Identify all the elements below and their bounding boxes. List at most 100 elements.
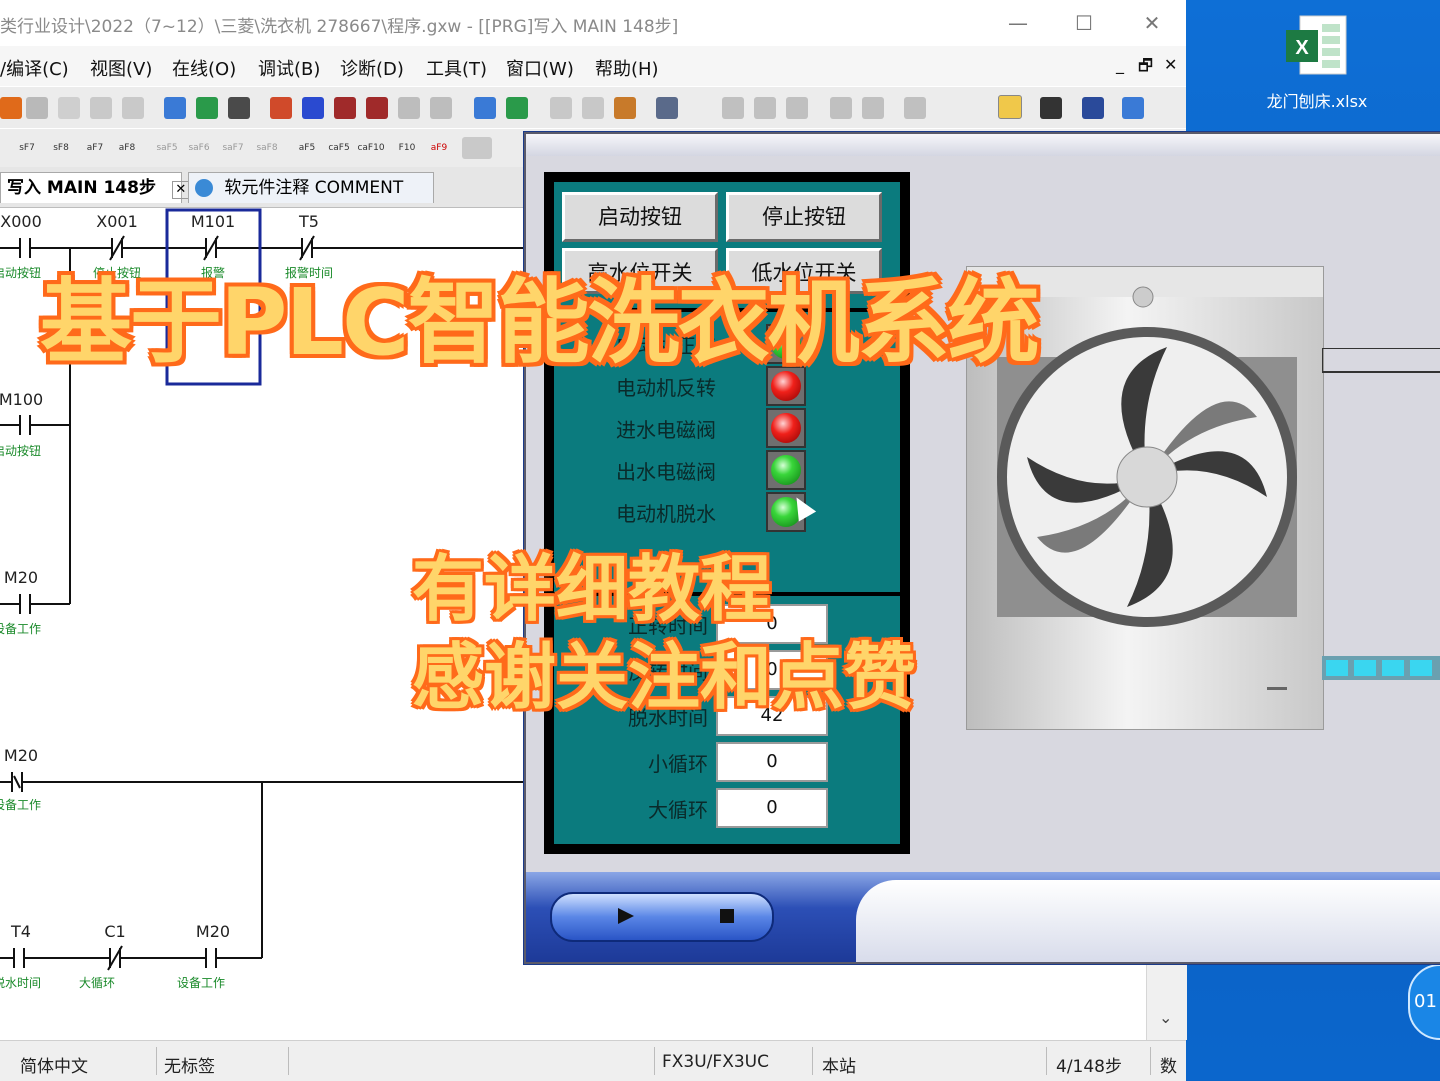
softkey-caf5[interactable]: caF5 <box>324 131 354 153</box>
lamp-outlet <box>766 450 806 490</box>
start-button[interactable]: 启动按钮 <box>562 192 718 242</box>
value-big-cycle[interactable]: 0 <box>716 788 828 828</box>
paste-icon[interactable] <box>58 97 80 119</box>
dev-monitor-icon[interactable] <box>474 97 496 119</box>
mdi-minimize-icon[interactable]: _ <box>1116 55 1124 74</box>
menu-tools[interactable]: 工具(T) <box>426 55 487 81</box>
player-panel <box>856 880 1440 962</box>
menu-window[interactable]: 窗口(W) <box>506 55 574 81</box>
minimize-button[interactable]: — <box>996 6 1040 40</box>
contact-m20-b[interactable]: M20 <box>0 746 56 765</box>
tab-main-program[interactable]: 写入 MAIN 148步 ✕ <box>0 172 190 203</box>
menu-debug[interactable]: 调试(B) <box>258 55 320 81</box>
softkey-f10[interactable]: F10 <box>392 131 422 153</box>
softkey-sf7[interactable]: sF7 <box>12 131 42 153</box>
contact-m20-a[interactable]: M20 <box>0 568 56 587</box>
overlay-subtitle-2: 感谢关注和点赞 <box>412 635 917 719</box>
progress-segments <box>1322 656 1440 680</box>
comment-m20-b: 设备工作 <box>0 798 41 812</box>
menu-diagnose[interactable]: 诊断(D) <box>340 55 404 81</box>
menu-help[interactable]: 帮助(H) <box>595 55 659 81</box>
tab-comment[interactable]: 软元件注释 COMMENT <box>188 172 434 203</box>
lamp-outlet-green <box>771 455 801 485</box>
contact-c1[interactable]: C1 <box>80 922 150 941</box>
status-extra: 数 <box>1160 1057 1177 1077</box>
softkey-af8[interactable]: aF8 <box>112 131 142 153</box>
tab-main-label: 写入 MAIN 148步 <box>7 178 156 198</box>
excel-file-icon[interactable]: X <box>1278 14 1358 134</box>
toolbar-main <box>0 86 1186 130</box>
softkey-af7[interactable]: aF7 <box>80 131 110 153</box>
mdi-restore-icon[interactable]: 🗗 <box>1138 55 1153 82</box>
ladder-tool2-icon[interactable] <box>754 97 776 119</box>
scroll-down-icon[interactable]: ⌄ <box>1159 1008 1172 1027</box>
softkey-sf8[interactable]: sF8 <box>46 131 76 153</box>
softkey-saf7[interactable]: saF7 <box>218 131 248 153</box>
plc-write-icon[interactable] <box>270 97 292 119</box>
stop-icon[interactable] <box>720 909 734 923</box>
inst-icon[interactable] <box>462 137 492 159</box>
verify2-icon[interactable] <box>366 97 388 119</box>
screen-icon[interactable] <box>656 97 678 119</box>
watch2-icon[interactable] <box>582 97 604 119</box>
undo-icon[interactable] <box>90 97 112 119</box>
contact-t4[interactable]: T4 <box>0 922 56 941</box>
copy-icon[interactable] <box>26 97 48 119</box>
mdi-close-icon[interactable]: ✕ <box>1164 55 1177 74</box>
excel-file-label[interactable]: 龙门刨床.xlsx <box>1262 90 1372 114</box>
test-icon[interactable] <box>614 97 636 119</box>
player-control <box>550 892 774 942</box>
menu-view[interactable]: 视图(V) <box>90 55 152 81</box>
verify-icon[interactable] <box>334 97 356 119</box>
remote-icon[interactable] <box>398 97 420 119</box>
zoom2-icon[interactable] <box>862 97 884 119</box>
status-bar: 简体中文 无标签 FX3U/FX3UC 本站 4/148步 数 <box>0 1040 1186 1081</box>
softkey-caf10[interactable]: caF10 <box>356 131 386 153</box>
editor-tabs: 写入 MAIN 148步 ✕ 软元件注释 COMMENT <box>0 167 530 208</box>
comment-m20-a: 设备工作 <box>0 622 41 636</box>
status-station: 本站 <box>822 1057 856 1077</box>
cut-icon[interactable] <box>0 97 22 119</box>
softkey-af9[interactable]: aF9 <box>424 131 454 153</box>
menu-bar: /编译(C) 视图(V) 在线(O) 调试(B) 诊断(D) 工具(T) 窗口(… <box>0 46 1186 86</box>
window-list-icon[interactable] <box>1082 97 1104 119</box>
close-button[interactable]: ✕ <box>1130 6 1174 40</box>
zoom-icon[interactable] <box>830 97 852 119</box>
softkey-saf6[interactable]: saF6 <box>184 131 214 153</box>
play-icon[interactable] <box>618 908 634 924</box>
status-cpu: FX3U/FX3UC <box>662 1052 769 1072</box>
watch-icon[interactable] <box>550 97 572 119</box>
label-small-cycle: 小循环 <box>648 752 708 776</box>
contact-m100[interactable]: M100 <box>0 390 56 409</box>
project-tree-icon[interactable] <box>998 95 1022 119</box>
contact-t5[interactable]: T5 <box>274 212 344 231</box>
indicator-label-outlet: 出水电磁阀 <box>616 460 716 484</box>
contact-x001[interactable]: X001 <box>82 212 152 231</box>
dev-list-icon[interactable] <box>1122 97 1144 119</box>
softkey-saf8[interactable]: saF8 <box>252 131 282 153</box>
softkey-af5[interactable]: aF5 <box>292 131 322 153</box>
contact-m101[interactable]: M101 <box>178 212 248 231</box>
indicator-label-spin: 电动机脱水 <box>616 502 716 526</box>
comment-globe-icon <box>195 179 213 197</box>
dev-batch-icon[interactable] <box>506 97 528 119</box>
menu-online[interactable]: 在线(O) <box>172 55 236 81</box>
graph-icon[interactable] <box>904 97 926 119</box>
contact-x000[interactable]: X000 <box>0 212 56 231</box>
monitor-write-icon[interactable] <box>228 97 250 119</box>
contact-m20-c[interactable]: M20 <box>178 922 248 941</box>
device-search-icon[interactable] <box>164 97 186 119</box>
stop-button[interactable]: 停止按钮 <box>726 192 882 242</box>
value-small-cycle[interactable]: 0 <box>716 742 828 782</box>
plc-read-icon[interactable] <box>302 97 324 119</box>
softkey-saf5[interactable]: saF5 <box>152 131 182 153</box>
status-steps: 4/148步 <box>1056 1057 1122 1077</box>
menu-compile[interactable]: /编译(C) <box>0 55 69 81</box>
redo-icon[interactable] <box>122 97 144 119</box>
module-icon[interactable] <box>1040 97 1062 119</box>
maximize-button[interactable]: ☐ <box>1062 6 1106 40</box>
ladder-tool3-icon[interactable] <box>786 97 808 119</box>
remote2-icon[interactable] <box>430 97 452 119</box>
monitor-icon[interactable] <box>196 97 218 119</box>
ladder-tool-icon[interactable] <box>722 97 744 119</box>
